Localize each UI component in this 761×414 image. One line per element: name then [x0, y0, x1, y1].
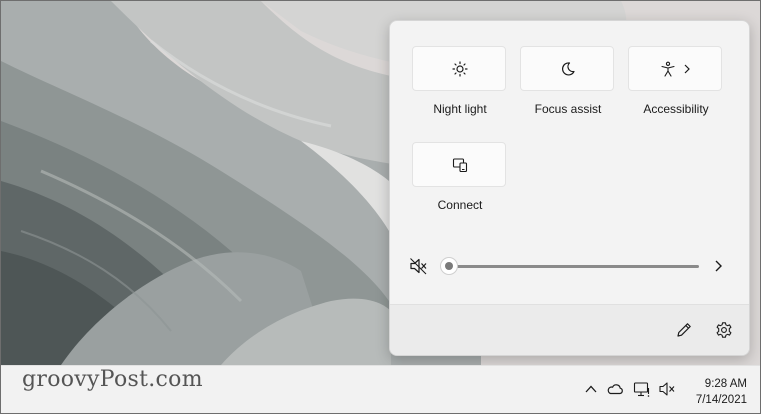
network-icon[interactable]	[633, 380, 651, 398]
pencil-icon[interactable]	[675, 321, 693, 339]
quick-settings-footer	[390, 304, 749, 355]
speaker-muted-icon[interactable]	[658, 381, 676, 397]
tile-focus-assist[interactable]	[520, 46, 614, 91]
tile-accessibility[interactable]	[628, 46, 722, 91]
tile-night-light[interactable]	[412, 46, 506, 91]
chevron-right-icon	[684, 64, 690, 74]
gear-icon[interactable]	[715, 321, 733, 339]
volume-slider-track[interactable]	[448, 265, 699, 268]
tile-accessibility-label: Accessibility	[643, 102, 709, 116]
quick-settings-panel: Night light Focus assist Accessibility C…	[389, 20, 750, 356]
clock-time: 9:28 AM	[704, 378, 747, 390]
accessibility-icon	[661, 61, 675, 77]
watermark-text: groovyPost.com	[22, 367, 203, 392]
tile-connect-label: Connect	[437, 198, 483, 212]
clock-date: 7/14/2021	[695, 394, 747, 406]
speaker-muted-icon[interactable]	[409, 257, 429, 275]
focus-assist-icon	[562, 62, 575, 76]
tile-focus-assist-label: Focus assist	[534, 102, 602, 116]
onedrive-cloud-icon[interactable]	[606, 383, 624, 395]
volume-slider-thumb[interactable]	[440, 257, 458, 275]
chevron-up-icon[interactable]	[584, 383, 598, 395]
tile-connect[interactable]	[412, 142, 506, 187]
connect-icon	[452, 158, 468, 173]
taskbar-clock[interactable]: 9:28 AM 7/14/2021	[683, 376, 747, 408]
screenshot-frame: Night light Focus assist Accessibility C…	[0, 0, 761, 414]
night-light-icon	[452, 61, 468, 77]
tile-night-light-label: Night light	[433, 102, 487, 116]
audio-output-chevron-icon[interactable]	[713, 259, 725, 273]
